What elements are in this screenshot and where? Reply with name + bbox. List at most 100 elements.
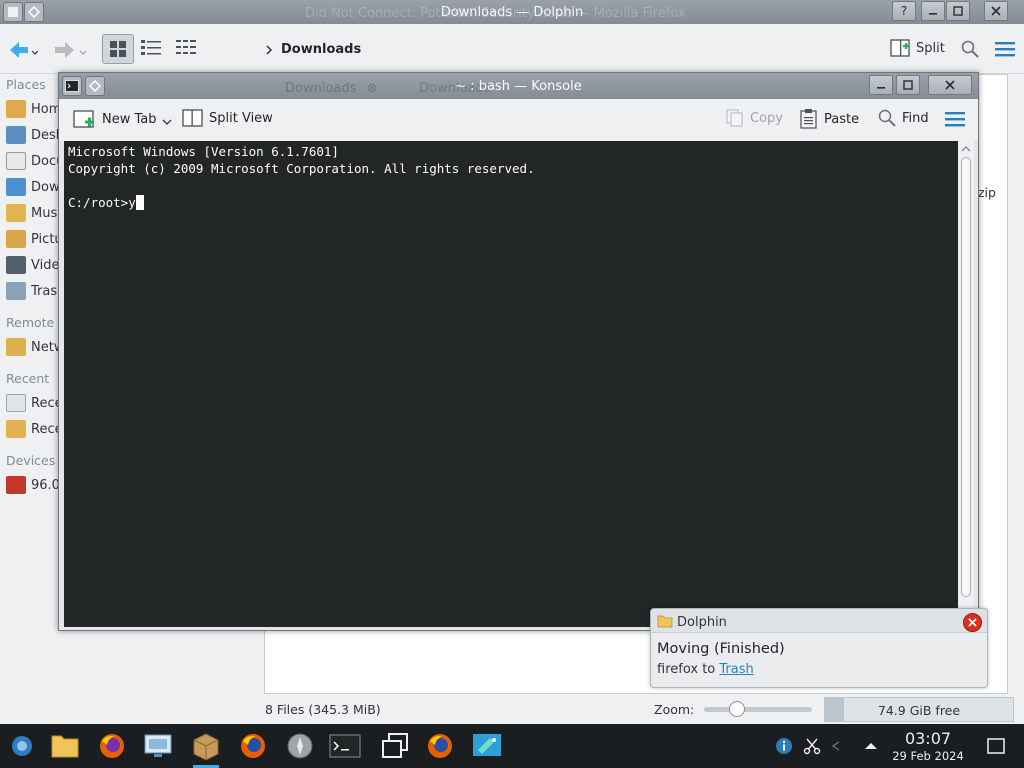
search-button[interactable] — [960, 39, 980, 59]
status-bar: 8 Files (345.3 MiB) Zoom: 74.9 GiB free — [264, 694, 1024, 724]
forward-button[interactable] — [52, 40, 88, 60]
zoom-slider-handle[interactable] — [728, 701, 745, 717]
taskbar-konsole[interactable] — [328, 729, 362, 763]
split-view-button[interactable]: Split View — [182, 108, 273, 128]
maximize-button[interactable] — [946, 1, 970, 21]
terminal-line: Copyright (c) 2009 Microsoft Corporation… — [68, 161, 535, 176]
trash-icon — [6, 282, 26, 300]
copy-button[interactable]: Copy — [725, 108, 783, 128]
music-icon — [6, 204, 26, 222]
zoom-slider[interactable] — [704, 701, 812, 717]
dolphin-titlebar[interactable]: Did Not Connect: Potential Security Issu… — [0, 0, 1024, 24]
terminal-prompt-line[interactable]: C:/root>y — [68, 194, 535, 211]
breadcrumb-downloads[interactable]: Downloads — [281, 42, 361, 57]
notification-header: Dolphin — [651, 609, 987, 633]
terminal-icon — [329, 734, 361, 758]
taskbar-firefox-3[interactable] — [423, 729, 457, 763]
minimize-button[interactable] — [921, 1, 945, 21]
notification-title: Moving (Finished) — [657, 641, 785, 657]
place-trash[interactable]: Trash — [6, 282, 65, 300]
places-panel: Places Home Desktop Documents Downloads … — [0, 74, 161, 700]
firefox-icon — [241, 734, 265, 758]
split-label: Split — [916, 40, 945, 56]
info-tray-icon[interactable] — [773, 729, 795, 763]
help-label: ? — [900, 4, 908, 18]
network-icon — [6, 338, 26, 356]
copy-label: Copy — [750, 110, 783, 126]
downloads-icon — [6, 178, 26, 196]
find-button[interactable]: Find — [877, 108, 929, 128]
terminal-prompt: C:/root> — [68, 195, 129, 210]
terminal-output[interactable]: Microsoft Windows [Version 6.1.7601] Copy… — [64, 141, 958, 627]
forward-arrow-icon — [55, 42, 87, 58]
terminal-text: Microsoft Windows [Version 6.1.7601] Copy… — [68, 143, 535, 211]
volume-tray-icon[interactable] — [826, 729, 846, 763]
split-button[interactable]: Split — [890, 38, 945, 58]
compact-view-button[interactable] — [140, 38, 162, 58]
breadcrumb[interactable]: Downloads — [265, 42, 361, 57]
close-button[interactable] — [984, 1, 1008, 21]
show-desktop-button[interactable] — [983, 729, 1009, 763]
files-count: 8 Files (345.3 MiB) — [265, 702, 381, 717]
split-icon — [890, 39, 910, 57]
folder-icon — [657, 615, 673, 628]
taskbar-firefox[interactable] — [95, 729, 129, 763]
hamburger-icon — [995, 42, 1015, 57]
help-button[interactable]: ? — [892, 1, 916, 21]
maximize-button[interactable] — [896, 75, 920, 95]
search-icon — [961, 40, 979, 58]
documents-icon — [6, 152, 26, 170]
tray-expander-button[interactable] — [860, 729, 882, 763]
firefox-icon — [428, 734, 452, 758]
scissors-tray-icon[interactable] — [801, 729, 823, 763]
hamburger-menu-button[interactable] — [945, 111, 965, 127]
taskbar-package-manager[interactable] — [189, 729, 223, 763]
notification-app-name: Dolphin — [677, 615, 727, 630]
back-button[interactable] — [8, 40, 38, 60]
settings-icon — [144, 734, 172, 757]
icons-view-icon — [110, 41, 126, 57]
notification-close-button[interactable] — [963, 613, 982, 632]
notification-body: firefox to Trash — [657, 662, 754, 677]
taskbar-firefox-2[interactable] — [236, 729, 270, 763]
pictures-icon — [6, 230, 26, 248]
application-launcher[interactable] — [5, 729, 39, 763]
konsole-titlebar[interactable]: Downloads ⊗ Downloads ~ : bash — Konsole — [59, 73, 978, 99]
taskbar-app-store[interactable] — [470, 729, 504, 763]
taskbar: 03:07 29 Feb 2024 — [0, 724, 1024, 768]
free-space-indicator: 74.9 GiB free — [824, 697, 1014, 722]
new-tab-button[interactable]: New Tab — [73, 108, 172, 130]
new-tab-label: New Tab — [102, 111, 157, 127]
close-button[interactable] — [928, 75, 972, 95]
notification-body-text: firefox to — [657, 662, 716, 677]
hamburger-menu-button[interactable] — [994, 40, 1016, 58]
chevron-down-icon — [162, 119, 171, 125]
taskbar-file-manager[interactable] — [48, 729, 82, 763]
paste-button[interactable]: Paste — [799, 108, 859, 130]
terminal-input[interactable]: y — [128, 195, 136, 210]
taskbar-system-settings[interactable] — [142, 729, 176, 763]
konsole-toolbar: New Tab Split View Copy Paste Find — [59, 99, 978, 141]
notification-popup[interactable]: Dolphin Moving (Finished) firefox to Tra… — [650, 608, 988, 688]
details-view-button[interactable] — [175, 38, 197, 58]
zoom-label: Zoom: — [654, 702, 695, 717]
digital-clock[interactable]: 03:07 29 Feb 2024 — [888, 729, 968, 763]
chevron-right-icon — [266, 44, 273, 55]
file-name-fragment[interactable]: zip — [978, 185, 996, 200]
recent-files-icon — [6, 394, 26, 412]
notification-trash-link[interactable]: Trash — [719, 662, 753, 677]
window-title: ~ : bash — Konsole — [455, 79, 582, 94]
terminal-scrollbar[interactable] — [958, 141, 974, 627]
back-arrow-icon — [10, 42, 38, 58]
konsole-window: Downloads ⊗ Downloads ~ : bash — Konsole… — [58, 72, 979, 631]
search-icon — [878, 109, 896, 127]
scrollbar-thumb[interactable] — [961, 157, 971, 597]
text-cursor — [135, 195, 144, 210]
taskbar-window-switcher[interactable] — [378, 729, 412, 763]
paste-icon — [800, 109, 817, 129]
taskbar-safari[interactable] — [283, 729, 317, 763]
minimize-button[interactable] — [869, 75, 893, 95]
home-icon — [6, 100, 26, 118]
close-icon — [968, 618, 977, 627]
icons-view-button[interactable] — [102, 34, 134, 64]
